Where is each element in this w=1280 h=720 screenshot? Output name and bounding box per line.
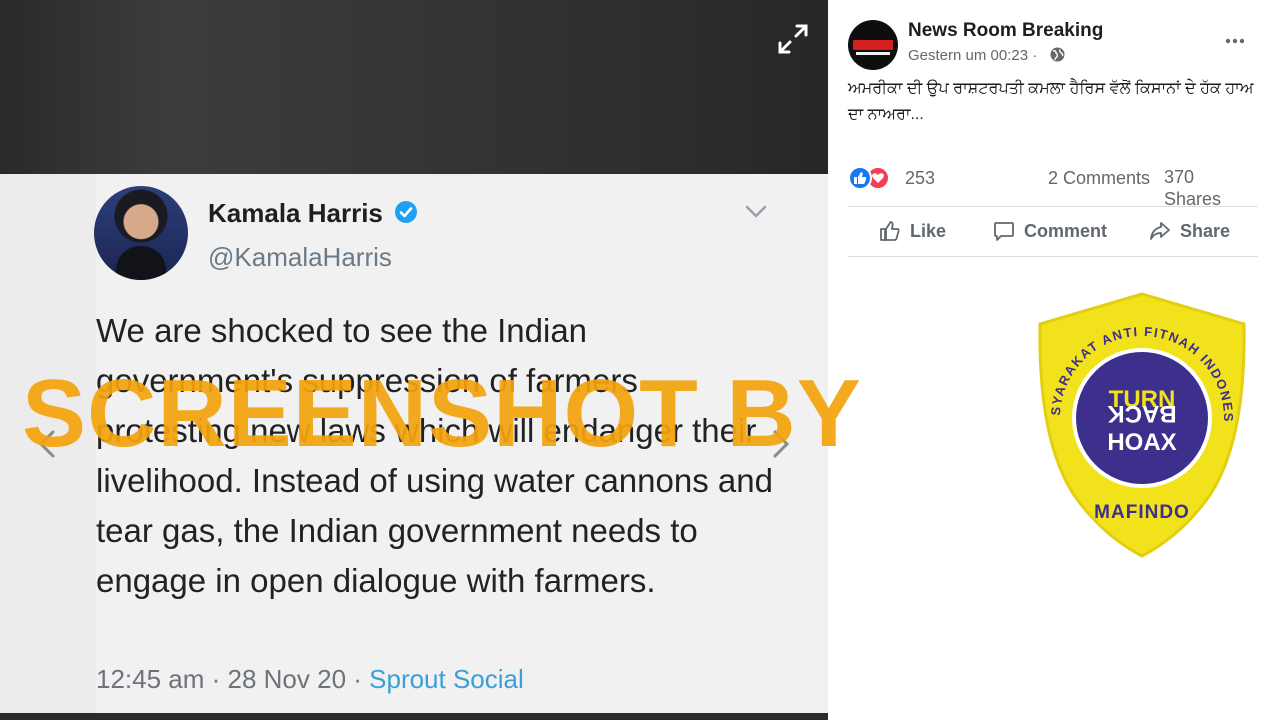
- shares-count[interactable]: 370 Shares: [1164, 166, 1244, 210]
- watermark-text: SCREENSHOT BY: [22, 360, 862, 467]
- tweet-metadata: 12:45 am · 28 Nov 20 · Sprout Social: [96, 664, 524, 695]
- photo-dark-background: [0, 0, 828, 174]
- more-options-icon[interactable]: [1224, 30, 1246, 52]
- avatar-figure: [116, 246, 166, 280]
- page-name[interactable]: News Room Breaking: [908, 20, 1103, 42]
- comment-button[interactable]: Comment: [992, 214, 1107, 248]
- share-button-label: Share: [1180, 220, 1231, 241]
- tweet-author-name[interactable]: Kamala Harris: [208, 198, 383, 229]
- tweet-author-handle[interactable]: @KamalaHarris: [208, 242, 392, 273]
- tweet-timestamp: 12:45 am · 28 Nov 20 ·: [96, 664, 370, 694]
- mafindo-logo: MASYARAKAT ANTI FITNAH INDONESIA TURN BA…: [1030, 290, 1246, 558]
- comment-icon: [994, 222, 1014, 241]
- divider: [848, 256, 1258, 257]
- divider: [848, 206, 1258, 207]
- photo-bottom-edge: [0, 713, 828, 720]
- reactions-icons[interactable]: [848, 166, 902, 190]
- comment-button-label: Comment: [1024, 220, 1108, 241]
- page-avatar-logo-band: [853, 40, 893, 50]
- expand-icon[interactable]: [776, 22, 810, 56]
- comments-count[interactable]: 2 Comments: [1048, 168, 1150, 189]
- share-button[interactable]: Share: [1148, 214, 1230, 248]
- like-reaction-icon: [848, 166, 872, 190]
- tweet-source-link[interactable]: Sprout Social: [369, 664, 524, 694]
- badge-hoax: HOAX: [1107, 429, 1176, 456]
- badge-mafindo: MAFINDO: [1094, 502, 1190, 523]
- post-timestamp[interactable]: Gestern um 00:23 ·: [908, 47, 1037, 64]
- globe-icon: [1050, 47, 1065, 62]
- like-button-label: Like: [910, 220, 947, 241]
- verified-badge-icon: [395, 201, 417, 223]
- page-avatar[interactable]: [848, 20, 898, 70]
- share-arrow-icon: [1150, 222, 1170, 240]
- avatar[interactable]: [94, 186, 188, 280]
- thumbs-up-icon: [880, 221, 900, 241]
- badge-back: BACK: [1107, 400, 1177, 427]
- chevron-down-icon[interactable]: [744, 204, 768, 220]
- reaction-count[interactable]: 253: [905, 168, 935, 189]
- like-button[interactable]: Like: [878, 214, 946, 248]
- page-avatar-logo-line: [856, 52, 890, 55]
- post-text: ਅਮਰੀਕਾ ਦੀ ਉਪ ਰਾਸ਼ਟਰਪਤੀ ਕਮਲਾ ਹੈਰਿਸ ਵੱਲੋਂ …: [848, 80, 1254, 123]
